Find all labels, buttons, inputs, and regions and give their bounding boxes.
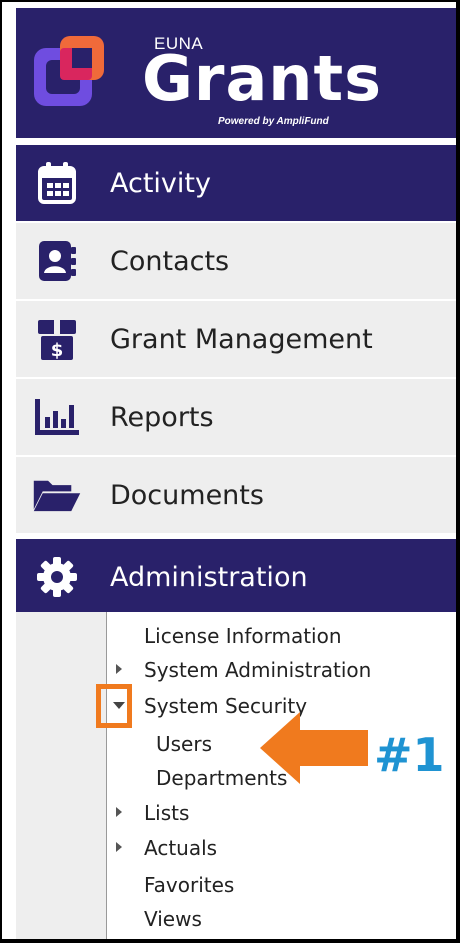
- expand-arrow-icon[interactable]: [116, 842, 122, 852]
- gear-icon: [32, 552, 82, 602]
- submenu-item-users[interactable]: Users: [156, 732, 212, 756]
- brand-product[interactable]: Grants: [142, 48, 382, 110]
- nav-label-reports: Reports: [110, 401, 214, 433]
- contact-book-icon: [32, 236, 82, 286]
- submenu-gutter: [16, 612, 106, 939]
- app-frame: EUNA Grants Powered by AmpliFund Activit…: [0, 0, 460, 943]
- header-divider: [456, 74, 458, 138]
- folder-open-icon: [32, 470, 82, 520]
- nav-item-administration[interactable]: Administration: [16, 539, 456, 615]
- nav-label-administration: Administration: [110, 561, 308, 593]
- submenu-item-license-information[interactable]: License Information: [144, 624, 342, 648]
- expand-arrow-icon[interactable]: [116, 664, 122, 674]
- nav-item-documents[interactable]: Documents: [16, 457, 456, 533]
- euna-logo-icon[interactable]: [30, 30, 118, 118]
- svg-text:$: $: [51, 340, 64, 361]
- gift-box-dollar-icon: $: [32, 314, 82, 364]
- submenu-item-views[interactable]: Views: [144, 907, 202, 931]
- expand-arrow-icon[interactable]: [116, 807, 122, 817]
- submenu-item-system-administration[interactable]: System Administration: [144, 658, 371, 682]
- nav-label-activity: Activity: [110, 167, 211, 199]
- arrow-left-icon: [260, 712, 368, 784]
- step-callout: #1: [374, 728, 445, 782]
- app-header: EUNA Grants Powered by AmpliFund: [16, 8, 456, 138]
- submenu-item-lists[interactable]: Lists: [144, 801, 189, 825]
- nav-label-contacts: Contacts: [110, 245, 230, 277]
- submenu-item-favorites[interactable]: Favorites: [144, 873, 234, 897]
- submenu-item-actuals[interactable]: Actuals: [144, 836, 217, 860]
- calendar-icon: [32, 158, 82, 208]
- nav-item-grant-management[interactable]: $ Grant Management: [16, 301, 456, 377]
- highlight-box: [96, 684, 132, 728]
- nav-label-grant-management: Grant Management: [110, 323, 373, 355]
- nav-item-reports[interactable]: Reports: [16, 379, 456, 455]
- left-gutter: [4, 2, 16, 939]
- nav-item-contacts[interactable]: Contacts: [16, 223, 456, 299]
- bar-chart-icon: [32, 392, 82, 442]
- nav-item-activity[interactable]: Activity: [16, 145, 456, 221]
- brand-tagline: Powered by AmpliFund: [218, 116, 329, 127]
- nav-label-documents: Documents: [110, 479, 264, 511]
